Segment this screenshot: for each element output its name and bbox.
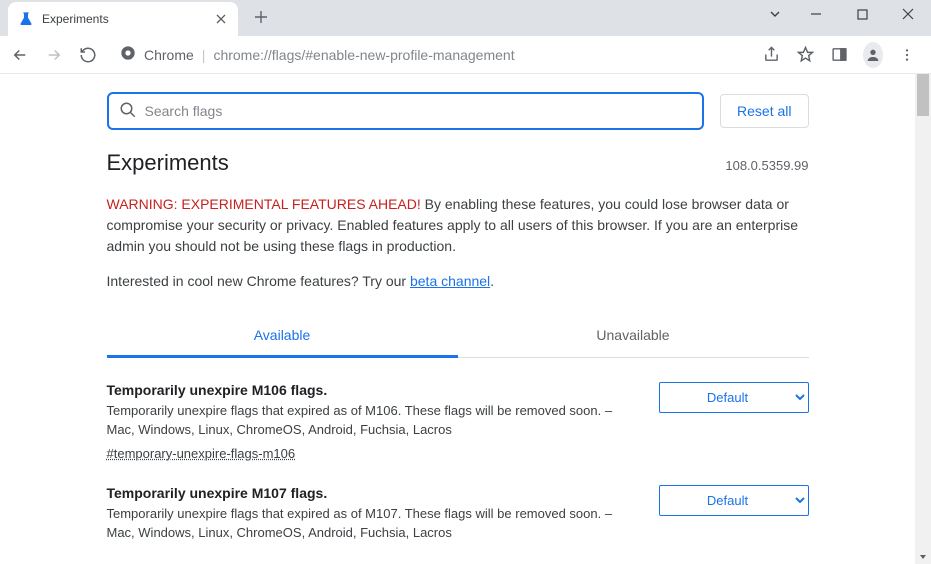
flag-title: Temporarily unexpire M106 flags. [107,382,635,398]
tab-title: Experiments [42,12,214,26]
forward-button [42,43,66,67]
version-label: 108.0.5359.99 [725,158,808,173]
window-minimize-icon[interactable] [793,0,839,28]
tab-search-chevron-icon[interactable] [757,0,793,28]
bookmark-star-icon[interactable] [795,45,815,65]
search-input[interactable] [145,103,693,119]
share-icon[interactable] [761,45,781,65]
tab-unavailable[interactable]: Unavailable [458,315,809,358]
flag-item: Temporarily unexpire M106 flags. Tempora… [107,358,809,461]
tab-available[interactable]: Available [107,315,458,358]
omnibox-url: chrome://flags/#enable-new-profile-manag… [213,47,514,63]
kebab-menu-icon[interactable] [897,45,917,65]
flag-anchor-link[interactable]: #temporary-unexpire-flags-m106 [107,446,296,461]
window-close-icon[interactable] [885,0,931,28]
warning-prefix: WARNING: EXPERIMENTAL FEATURES AHEAD! [107,196,421,212]
window-maximize-icon[interactable] [839,0,885,28]
reset-all-button[interactable]: Reset all [720,94,808,128]
back-button[interactable] [8,43,32,67]
reload-button[interactable] [76,43,100,67]
scrollbar-down-arrow-icon[interactable] [917,550,929,564]
vertical-scrollbar[interactable] [915,74,931,564]
browser-tab[interactable]: Experiments [8,2,238,36]
chrome-product-icon [120,45,136,64]
scrollbar-thumb[interactable] [917,74,929,116]
tabs: Available Unavailable [107,315,809,358]
window-controls [757,0,931,28]
flag-title: Temporarily unexpire M107 flags. [107,485,635,501]
flag-state-select[interactable]: Default [659,485,809,516]
beta-line: Interested in cool new Chrome features? … [107,273,809,289]
omnibox-origin: Chrome [144,47,194,63]
close-tab-icon[interactable] [214,10,228,29]
flag-description: Temporarily unexpire flags that expired … [107,505,635,543]
page-content: Reset all Experiments 108.0.5359.99 WARN… [0,74,915,564]
flag-item: Temporarily unexpire M107 flags. Tempora… [107,461,809,549]
browser-toolbar: Chrome | chrome://flags/#enable-new-prof… [0,36,931,74]
titlebar: Experiments [0,0,931,36]
search-icon [119,101,137,122]
search-flags-field[interactable] [107,92,705,130]
profile-avatar[interactable] [863,45,883,65]
flask-icon [18,11,34,27]
page-title: Experiments [107,150,229,176]
new-tab-button[interactable] [248,4,274,33]
beta-channel-link[interactable]: beta channel [410,273,490,289]
address-bar[interactable]: Chrome | chrome://flags/#enable-new-prof… [110,45,751,64]
flag-state-select[interactable]: Default [659,382,809,413]
flag-description: Temporarily unexpire flags that expired … [107,402,635,440]
side-panel-icon[interactable] [829,45,849,65]
warning-text: WARNING: EXPERIMENTAL FEATURES AHEAD! By… [107,194,809,257]
omnibox-separator: | [202,47,206,63]
